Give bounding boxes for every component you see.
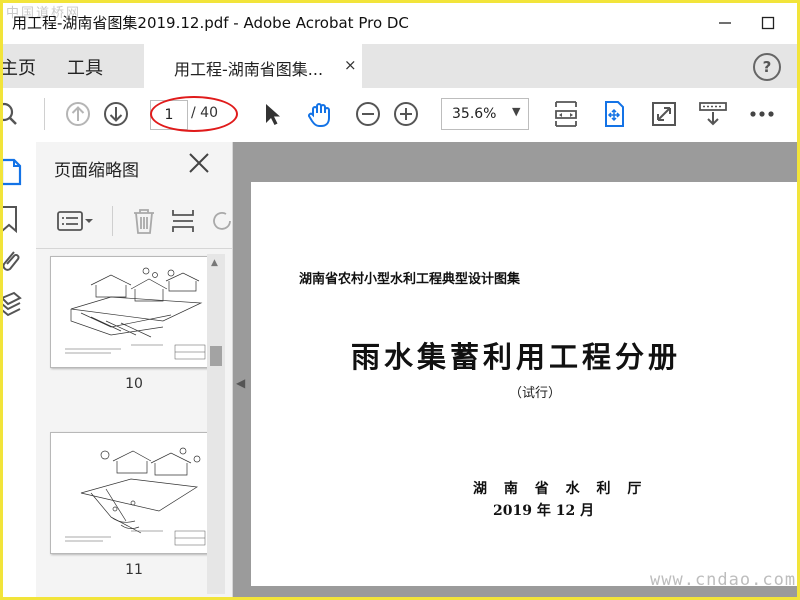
zoom-out-button[interactable]	[352, 98, 384, 130]
attachments-button[interactable]	[0, 246, 24, 276]
search-button[interactable]	[0, 98, 24, 130]
insert-pages-icon	[172, 210, 194, 232]
help-icon[interactable]: ?	[753, 53, 781, 81]
scroll-mode-button[interactable]	[697, 98, 729, 130]
thumbnail-page-number: 10	[125, 376, 143, 392]
search-icon	[0, 102, 17, 125]
paperclip-icon	[2, 251, 20, 271]
page-thumbnail[interactable]	[50, 432, 210, 554]
engineering-drawing-thumbnail	[65, 267, 206, 360]
document-subtitle: （试行）	[509, 386, 562, 401]
main-toolbar: 1 / 40 35.6% ▼	[0, 88, 800, 143]
document-page: 湖南省农村小型水利工程典型设计图集 雨水集蓄利用工程分册 （试行） 湖 南 省 …	[251, 182, 800, 586]
delete-pages-button[interactable]	[130, 206, 158, 236]
watermark-bottom: www.cndao.com	[650, 570, 797, 590]
minimize-icon	[719, 22, 731, 24]
panel-title: 页面缩略图	[54, 161, 139, 181]
fit-width-icon	[555, 101, 577, 127]
window-title: 用工程-湖南省图集2019.12.pdf - Adobe Acrobat Pro…	[12, 14, 409, 32]
zoom-in-icon	[394, 102, 418, 126]
zoom-level-select[interactable]: 35.6% ▼	[441, 98, 529, 130]
document-organization: 湖 南 省 水 利 厅	[473, 481, 648, 497]
rotate-pages-button[interactable]	[212, 206, 232, 236]
title-bar: 中国道桥网 用工程-湖南省图集2019.12.pdf - Adobe Acrob…	[0, 0, 800, 44]
full-screen-icon	[652, 102, 676, 126]
arrow-down-circle-icon	[104, 102, 128, 126]
panel-separator	[112, 206, 113, 236]
arrow-up-circle-icon	[66, 102, 90, 126]
thumbnail-scrollbar[interactable]: ▲	[207, 254, 225, 594]
scroll-up-icon[interactable]: ▲	[211, 258, 218, 268]
collapse-panel-icon[interactable]: ◀	[236, 376, 245, 390]
maximize-icon	[761, 16, 775, 30]
page-thumbnails-button[interactable]	[0, 156, 24, 188]
options-menu-icon	[57, 211, 93, 231]
document-date: 2019 年 12 月	[493, 503, 595, 519]
zoom-in-button[interactable]	[390, 98, 422, 130]
panel-toolbar	[36, 196, 232, 249]
scrollbar-thumb[interactable]	[210, 346, 222, 366]
more-tools-button[interactable]	[746, 98, 778, 130]
tools-tab[interactable]: 工具	[67, 54, 103, 80]
scroll-mode-icon	[699, 102, 727, 126]
maximize-button[interactable]	[757, 12, 779, 34]
insert-pages-button[interactable]	[170, 206, 198, 236]
document-header: 湖南省农村小型水利工程典型设计图集	[299, 272, 521, 287]
rotate-icon	[213, 212, 231, 230]
layers-button[interactable]	[0, 290, 24, 320]
previous-page-button[interactable]	[62, 98, 94, 130]
hand-icon	[308, 103, 330, 127]
chevron-down-icon: ▼	[512, 105, 521, 118]
thumbnail-page-number: 11	[125, 562, 143, 578]
page-thumbnail[interactable]	[50, 256, 210, 368]
ellipsis-icon	[750, 111, 774, 117]
zoom-value: 35.6%	[452, 106, 497, 122]
home-tab[interactable]: 主页	[0, 54, 36, 80]
select-tool-button[interactable]	[256, 98, 288, 130]
zoom-out-icon	[356, 102, 380, 126]
minimize-button[interactable]	[714, 12, 736, 34]
fit-width-button[interactable]	[550, 98, 582, 130]
close-icon	[189, 153, 209, 173]
next-page-button[interactable]	[100, 98, 132, 130]
toolbar-separator	[44, 98, 45, 130]
document-tab[interactable]: 用工程-湖南省图集... ×	[144, 44, 362, 88]
thumbnails-panel: 页面缩略图 10 11 ▲	[36, 142, 233, 600]
trash-icon	[134, 209, 154, 234]
full-screen-button[interactable]	[648, 98, 680, 130]
red-highlight-circle	[150, 96, 238, 132]
bookmark-icon	[1, 206, 17, 234]
cursor-arrow-icon	[266, 104, 280, 125]
hand-tool-button[interactable]	[304, 98, 336, 130]
fit-page-button[interactable]	[598, 98, 630, 130]
close-tab-icon[interactable]: ×	[344, 56, 357, 74]
document-tab-label: 用工程-湖南省图集...	[174, 60, 324, 79]
document-title: 雨水集蓄利用工程分册	[351, 340, 682, 374]
engineering-drawing-thumbnail	[65, 447, 206, 546]
page-thumbnails-icon	[0, 158, 22, 186]
tab-bar: 主页 工具	[0, 44, 800, 88]
navigation-rail	[0, 142, 37, 600]
thumbnail-options-button[interactable]	[56, 208, 96, 236]
layers-icon	[0, 291, 22, 317]
fit-page-icon	[605, 101, 624, 127]
bookmarks-button[interactable]	[0, 204, 24, 234]
close-panel-button[interactable]	[186, 150, 212, 176]
